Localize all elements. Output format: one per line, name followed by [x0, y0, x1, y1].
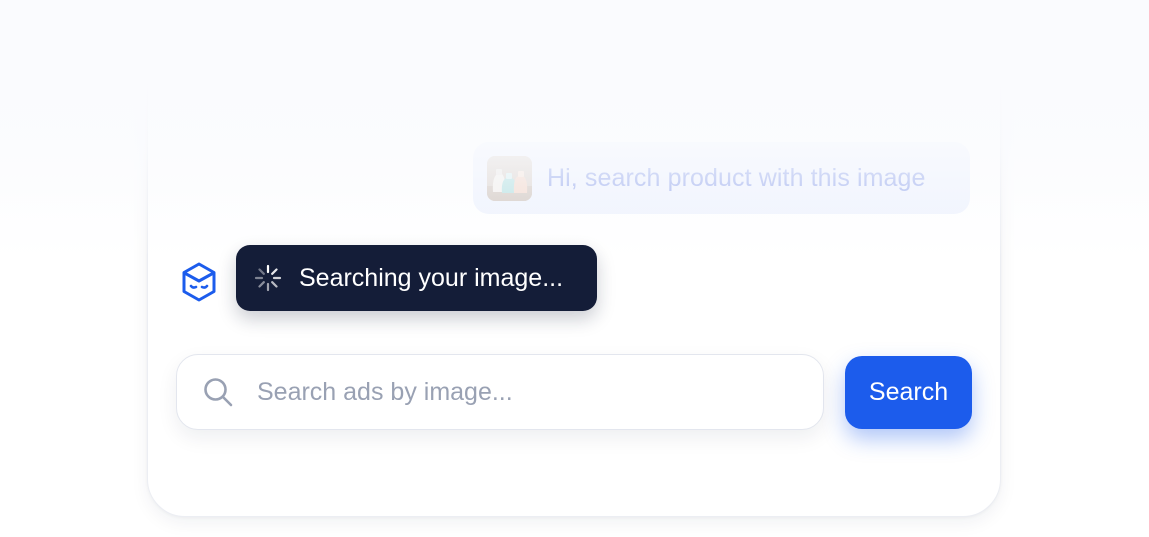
search-field[interactable] [176, 354, 824, 430]
search-icon [204, 378, 233, 407]
status-text: Searching your image... [299, 264, 564, 292]
product-image-thumbnail[interactable] [487, 156, 532, 201]
user-message-text: Hi, search product with this image [547, 164, 926, 192]
search-status-message: Searching your image... [236, 245, 597, 311]
search-input[interactable] [257, 372, 797, 412]
user-message-bubble: Hi, search product with this image [473, 142, 970, 214]
loading-spinner-icon [254, 264, 282, 292]
bot-cube-icon [179, 261, 219, 303]
search-button[interactable]: Search [845, 356, 972, 429]
